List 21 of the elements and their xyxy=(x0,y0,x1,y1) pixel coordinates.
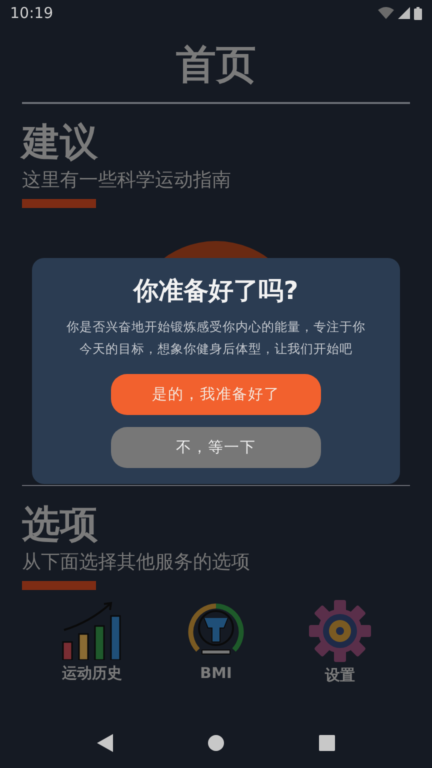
signal-icon xyxy=(398,7,410,19)
settings-icon[interactable] xyxy=(309,600,371,662)
dialog-message: 你是否兴奋地开始锻炼感受你内心的能量，专注于你今天的目标，想象你健身后体型，让我们开始吧 xyxy=(66,318,366,358)
recents-icon[interactable] xyxy=(318,735,335,751)
option-label: 设置 xyxy=(325,666,355,685)
back-icon[interactable] xyxy=(97,734,114,752)
section-title: 建议 xyxy=(22,118,99,166)
dialog-button[interactable]: 不，等一下 xyxy=(111,427,321,468)
bar-chart-icon[interactable] xyxy=(60,600,124,660)
page-title: 首页 xyxy=(176,40,256,90)
battery-icon xyxy=(414,6,422,20)
home-icon[interactable] xyxy=(208,735,224,751)
wifi-icon xyxy=(378,7,394,19)
option-label: 运动历史 xyxy=(62,664,122,683)
dialog-button[interactable]: 是的，我准备好了 xyxy=(111,374,321,415)
section-subtitle: 这里有一些科学运动指南 xyxy=(22,168,232,192)
section-subtitle: 从下面选择其他服务的选项 xyxy=(22,550,251,575)
dialog-title: 你准备好了吗? xyxy=(134,275,298,307)
status-time: 10:19 xyxy=(10,4,54,22)
section-title: 选项 xyxy=(22,501,99,548)
option-label: BMI xyxy=(200,664,232,682)
